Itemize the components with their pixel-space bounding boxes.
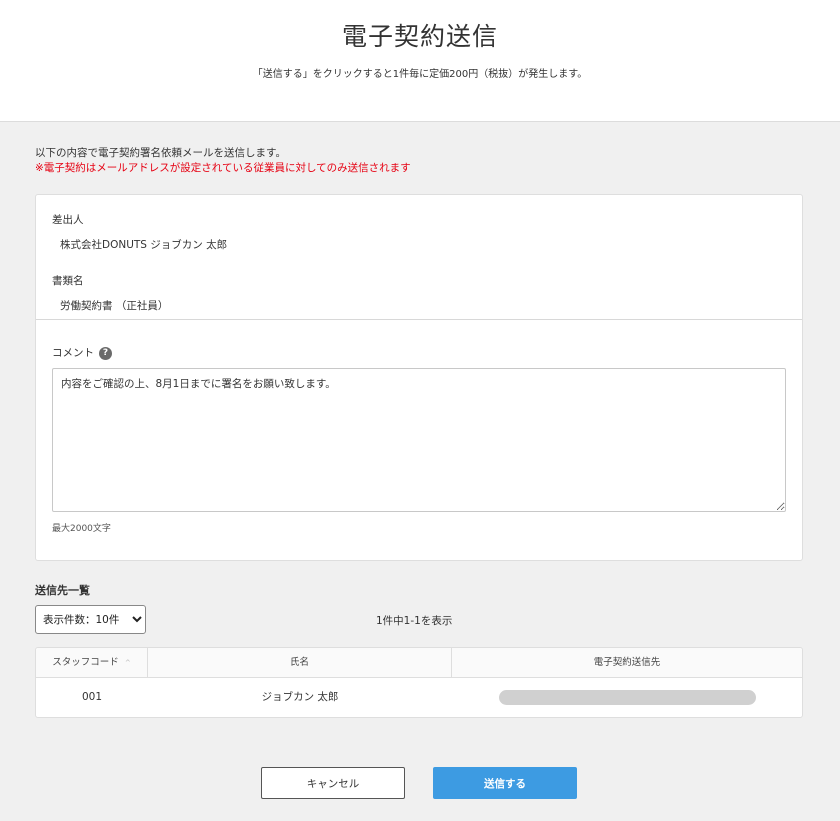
pagination-count: 1件中1-1を表示 — [376, 615, 453, 627]
comment-textarea[interactable]: 内容をご確認の上、8月1日までに署名をお願い致します。 — [52, 368, 786, 512]
column-header-staff-code[interactable]: スタッフコード ^ — [36, 648, 148, 677]
sender-label: 差出人 — [52, 214, 84, 226]
document-label: 書類名 — [52, 275, 84, 287]
column-header-label: スタッフコード — [52, 657, 119, 668]
comment-max-length-note: 最大2000文字 — [52, 524, 111, 534]
intro-line: 以下の内容で電子契約署名依頼メールを送信します。 — [35, 147, 286, 159]
pricing-notice: 「送信する」をクリックすると1件毎に定価200円（税抜）が発生します。 — [252, 69, 588, 80]
staff-code-cell: 001 — [81, 691, 103, 703]
document-value: 労働契約書 （正社員） — [60, 300, 169, 312]
column-header-name: 氏名 — [148, 648, 452, 677]
page-title: 電子契約送信 — [341, 22, 498, 51]
page-header: 電子契約送信 「送信する」をクリックすると1件毎に定価200円（税抜）が発生しま… — [0, 0, 840, 122]
contract-summary: 差出人 株式会社DONUTS ジョブカン 太郎 書類名 労働契約書 （正社員） — [36, 195, 802, 320]
contract-details-card: 差出人 株式会社DONUTS ジョブカン 太郎 書類名 労働契約書 （正社員） … — [35, 194, 803, 561]
recipients-controls: 表示件数：10件 1件中1-1を表示 — [35, 605, 803, 635]
comment-label: コメント — [52, 347, 94, 359]
email-cell — [452, 678, 802, 717]
recipients-title: 送信先一覧 — [35, 584, 90, 597]
sender-value: 株式会社DONUTS ジョブカン 太郎 — [60, 239, 228, 251]
redacted-email — [498, 689, 756, 705]
main-content: 以下の内容で電子契約署名依頼メールを送信します。 ※電子契約はメールアドレスが設… — [0, 122, 840, 799]
warning-text: ※電子契約はメールアドレスが設定されている従業員に対してのみ送信されます — [35, 162, 411, 174]
table-row: 001 ジョブカン 太郎 — [36, 678, 802, 717]
recipients-table: スタッフコード ^ 氏名 電子契約送信先 001 ジョブカン 太郎 — [35, 647, 803, 718]
comment-section: コメント? 内容をご確認の上、8月1日までに署名をお願い致します。 最大2000… — [36, 320, 802, 560]
column-header-email: 電子契約送信先 — [593, 657, 661, 668]
comment-label-row: コメント? — [52, 345, 786, 360]
per-page-select[interactable]: 表示件数：10件 — [35, 605, 146, 634]
cancel-button[interactable]: キャンセル — [261, 767, 405, 799]
send-button[interactable]: 送信する — [433, 767, 577, 799]
action-buttons: キャンセル 送信する — [35, 767, 803, 799]
intro-text: 以下の内容で電子契約署名依頼メールを送信します。 ※電子契約はメールアドレスが設… — [35, 146, 803, 176]
sort-caret-icon[interactable]: ^ — [125, 659, 131, 667]
question-circle-icon[interactable]: ? — [99, 346, 112, 360]
table-header: スタッフコード ^ 氏名 電子契約送信先 — [36, 648, 802, 678]
staff-name-cell: ジョブカン 太郎 — [261, 691, 339, 703]
